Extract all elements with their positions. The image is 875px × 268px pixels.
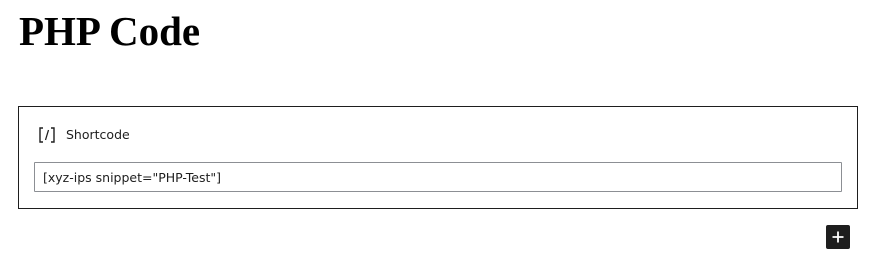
plus-icon <box>832 231 844 243</box>
shortcode-bracket-svg <box>39 127 55 143</box>
editor-canvas: PHP Code Shortcode <box>0 0 875 268</box>
page-title[interactable]: PHP Code <box>19 6 200 56</box>
shortcode-bracket-icon <box>37 124 57 146</box>
shortcode-input[interactable] <box>34 162 842 192</box>
add-block-button[interactable] <box>826 225 850 249</box>
block-label: Shortcode <box>66 127 130 142</box>
shortcode-block[interactable]: Shortcode <box>18 106 858 209</box>
block-header: Shortcode <box>37 124 130 146</box>
